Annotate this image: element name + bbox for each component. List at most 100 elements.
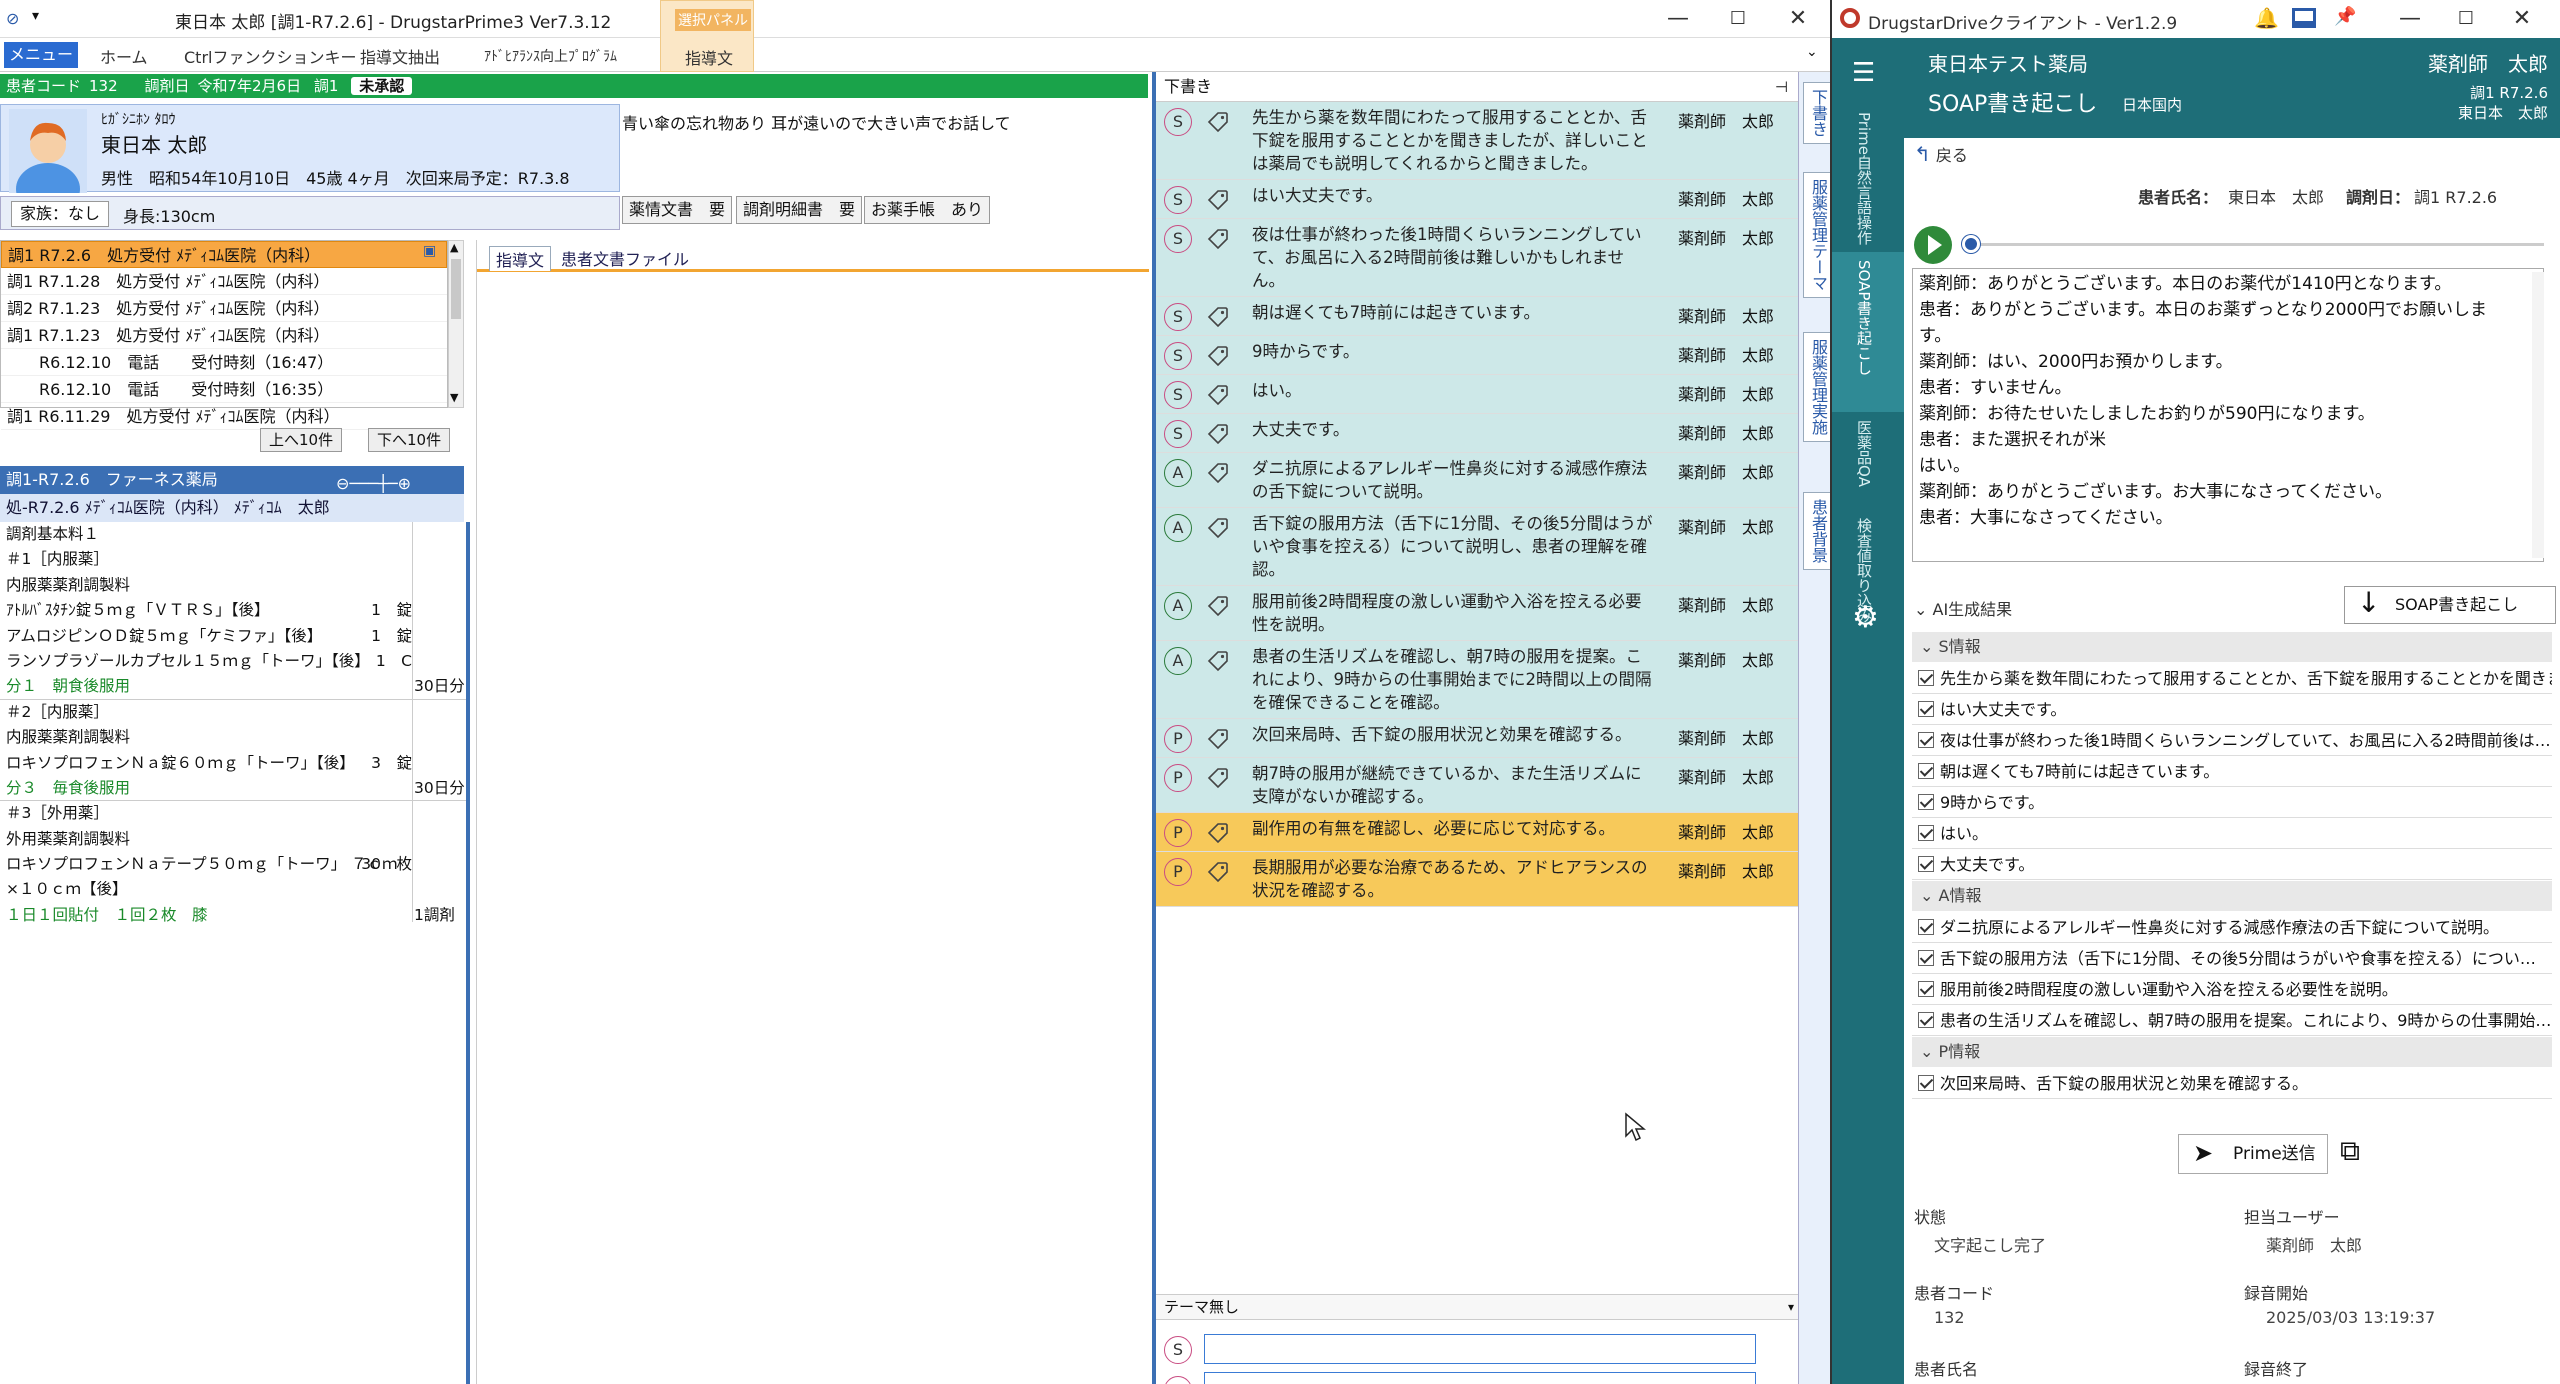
- drug-info-doc-button[interactable]: 薬情文書 要: [622, 196, 733, 224]
- audio-progress-thumb[interactable]: [1962, 235, 1980, 253]
- tag-label-icon[interactable]: [1206, 594, 1230, 618]
- prescription-row[interactable]: ランソプラゾールカプセル１５ｍｇ「トーワ」【後】 1 C: [0, 649, 466, 674]
- next-10-button[interactable]: 下へ10件: [368, 428, 451, 452]
- tab-ctrl-function[interactable]: Ctrlファンクションキー: [184, 44, 356, 68]
- close-button[interactable]: ✕: [1778, 4, 1818, 34]
- soap-transcribe-button[interactable]: ↓ SOAP書き起こし: [2344, 586, 2556, 624]
- drive-maximize-button[interactable]: ☐: [2446, 4, 2486, 34]
- prescription-row[interactable]: ＃3［外用薬］: [0, 801, 466, 826]
- nav-prime-language[interactable]: Prime自然言語操作: [1854, 112, 1875, 245]
- hamburger-icon[interactable]: ☰: [1852, 58, 1875, 88]
- bell-icon[interactable]: 🔔: [2254, 6, 2279, 30]
- draft-input[interactable]: [1204, 1334, 1756, 1364]
- history-item[interactable]: 調1 R7.1.23 処方受付 ﾒﾃﾞｨｺﾑ医院（内科）: [1, 322, 447, 349]
- tag-label-icon[interactable]: [1206, 188, 1230, 212]
- tab-guidance[interactable]: 指導文: [685, 45, 733, 69]
- draft-row[interactable]: S 夜は仕事が終わった後1時間くらいランニングしていて、お風呂に入る2時間前後は難…: [1156, 219, 1798, 297]
- monitor-icon[interactable]: [2292, 8, 2316, 28]
- tag-label-icon[interactable]: [1206, 516, 1230, 540]
- draft-row[interactable]: P 長期服用が必要な治療であるため、アドヒアランスの状況を確認する。 薬剤師 太郎: [1156, 852, 1798, 907]
- gear-icon[interactable]: ⚙: [1852, 600, 1879, 635]
- history-item[interactable]: 調1 R7.2.6 処方受付 ﾒﾃﾞｨｺﾑ医院（内科）: [1, 241, 447, 268]
- prescription-row[interactable]: ロキソプロフェンＮａテープ５０ｍｇ「トーワ」 ７ｃｍ 30 枚: [0, 852, 466, 877]
- draft-row[interactable]: S 9時からです。 薬剤師 太郎: [1156, 336, 1798, 375]
- tag-label-icon[interactable]: [1206, 461, 1230, 485]
- play-button[interactable]: [1914, 226, 1952, 264]
- checkbox[interactable]: [1918, 950, 1934, 966]
- tag-label-icon[interactable]: [1206, 821, 1230, 845]
- tag-label-icon[interactable]: [1206, 227, 1230, 251]
- draft-row[interactable]: A 患者の生活リズムを確認し、朝7時の服用を提案。これにより、9時からの仕事開始ま…: [1156, 641, 1798, 719]
- draft-row[interactable]: S 大丈夫です。 薬剤師 太郎: [1156, 414, 1798, 453]
- checklist-item[interactable]: 大丈夫です。: [1912, 850, 2552, 880]
- drive-minimize-button[interactable]: —: [2390, 4, 2430, 34]
- side-tab-implement[interactable]: 服薬管理実施: [1803, 332, 1833, 442]
- checkbox[interactable]: [1918, 981, 1934, 997]
- theme-selector[interactable]: テーマ無し ▾: [1156, 1294, 1802, 1320]
- checkbox[interactable]: [1918, 794, 1934, 810]
- quick-access-icon[interactable]: ▾: [32, 8, 39, 24]
- prescription-row[interactable]: １日１回貼付 １回２枚 膝 1調剤: [0, 903, 466, 928]
- side-tab-draft[interactable]: 下書き: [1803, 82, 1833, 144]
- checklist-item[interactable]: 9時からです。: [1912, 788, 2552, 818]
- scroll-down-icon[interactable]: ▼: [450, 391, 458, 404]
- history-item[interactable]: 調1 R6.11.29 処方受付 ﾒﾃﾞｨｺﾑ医院（内科）: [1, 403, 447, 430]
- prescription-row[interactable]: ×１０ｃｍ【後】: [0, 877, 466, 902]
- checkbox[interactable]: [1918, 825, 1934, 841]
- tag-label-icon[interactable]: [1206, 110, 1230, 134]
- tag-label-icon[interactable]: [1206, 305, 1230, 329]
- draft-row[interactable]: A 服用前後2時間程度の激しい運動や入浴を控える必要性を説明。 薬剤師 太郎: [1156, 586, 1798, 641]
- menu-button[interactable]: メニュー: [4, 42, 78, 68]
- tag-label-icon[interactable]: [1206, 422, 1230, 446]
- checkbox[interactable]: [1918, 1012, 1934, 1028]
- minimize-button[interactable]: —: [1658, 4, 1698, 34]
- tag-label-icon[interactable]: [1206, 766, 1230, 790]
- nav-soap[interactable]: SOAP書き起こし: [1854, 260, 1875, 375]
- tag-label-icon[interactable]: [1206, 383, 1230, 407]
- pin-icon[interactable]: 📌: [2334, 6, 2356, 27]
- scroll-up-icon[interactable]: ▲: [450, 241, 458, 254]
- prime-send-button[interactable]: ➤ Prime送信: [2178, 1134, 2328, 1174]
- chevron-down-icon[interactable]: ▾: [1788, 1295, 1794, 1319]
- draft-row[interactable]: A ダニ抗原によるアレルギー性鼻炎に対する減感作療法の舌下錠について説明。 薬剤師 …: [1156, 453, 1798, 508]
- checklist-item[interactable]: 次回来局時、舌下錠の服用状況と効果を確認する。: [1912, 1069, 2552, 1099]
- history-item[interactable]: 調1 R7.1.28 処方受付 ﾒﾃﾞｨｺﾑ医院（内科）: [1, 268, 447, 295]
- checklist-item[interactable]: はい大丈夫です。: [1912, 695, 2552, 725]
- p-info-header[interactable]: ⌄ P情報: [1912, 1037, 2552, 1067]
- history-item[interactable]: R6.12.10 電話 受付時刻（16:35）: [1, 376, 447, 403]
- draft-row[interactable]: S はい。 薬剤師 太郎: [1156, 375, 1798, 414]
- tab-adherence[interactable]: ｱﾄﾞﾋｱﾗﾝｽ向上ﾌﾟﾛｸﾞﾗﾑ: [484, 46, 617, 66]
- prev-10-button[interactable]: 上へ10件: [260, 428, 343, 452]
- draft-row[interactable]: A 舌下錠の服用方法（舌下に1分間、その後5分間はうがいや食事を控える）について説…: [1156, 508, 1798, 586]
- checkbox[interactable]: [1918, 701, 1934, 717]
- tab-guidance-extract[interactable]: 指導文抽出: [360, 44, 440, 68]
- checkbox[interactable]: [1918, 732, 1934, 748]
- prescription-row[interactable]: ＃1［内服薬］: [0, 547, 466, 572]
- history-scrollbar[interactable]: ▲ ▼: [448, 240, 464, 408]
- history-item[interactable]: R6.12.10 電話 受付時刻（16:47）: [1, 349, 447, 376]
- maximize-button[interactable]: ☐: [1718, 4, 1758, 34]
- copy-icon[interactable]: ⧉: [2340, 1134, 2360, 1168]
- tab-home[interactable]: ホーム: [100, 44, 148, 68]
- side-tab-theme[interactable]: 服薬管理テーマ: [1803, 172, 1833, 298]
- prescription-row[interactable]: 分３ 毎食後服用 30日分: [0, 776, 466, 802]
- selection-panel[interactable]: 選択パネル 指導文: [660, 0, 754, 72]
- prescription-row[interactable]: 外用薬薬剤調製料: [0, 827, 466, 852]
- nav-drug-qa[interactable]: 医薬品QA: [1854, 420, 1875, 487]
- drive-close-button[interactable]: ✕: [2502, 4, 2542, 34]
- prescription-row[interactable]: 内服薬薬剤調製料: [0, 573, 466, 598]
- scroll-thumb[interactable]: [451, 259, 461, 319]
- checklist-item[interactable]: 先生から薬を数年間にわたって服用することとか、舌下錠を服用することとかを聞きま…: [1912, 664, 2552, 694]
- checklist-item[interactable]: ダニ抗原によるアレルギー性鼻炎に対する減感作療法の舌下錠について説明。: [1912, 913, 2552, 943]
- checklist-item[interactable]: 服用前後2時間程度の激しい運動や入浴を控える必要性を説明。: [1912, 975, 2552, 1005]
- prescription-row[interactable]: 分１ 朝食後服用 30日分: [0, 674, 466, 700]
- checkbox[interactable]: [1918, 919, 1934, 935]
- medicine-notebook-button[interactable]: お薬手帳 あり: [864, 196, 991, 224]
- transcript-box[interactable]: 薬剤師：ありがとうございます。本日のお薬代が1410円となります。 患者：ありがと…: [1912, 268, 2544, 562]
- draft-row[interactable]: S 朝は遅くても7時前には起きています。 薬剤師 太郎: [1156, 297, 1798, 336]
- tag-label-icon[interactable]: [1206, 860, 1230, 884]
- draft-row[interactable]: P 朝7時の服用が継続できているか、また生活リズムに支障がないか確認する。 薬剤師 …: [1156, 758, 1798, 813]
- prescription-row[interactable]: ＃2［内服薬］: [0, 700, 466, 725]
- transcript-scrollbar[interactable]: [2532, 272, 2544, 558]
- checkbox[interactable]: [1918, 856, 1934, 872]
